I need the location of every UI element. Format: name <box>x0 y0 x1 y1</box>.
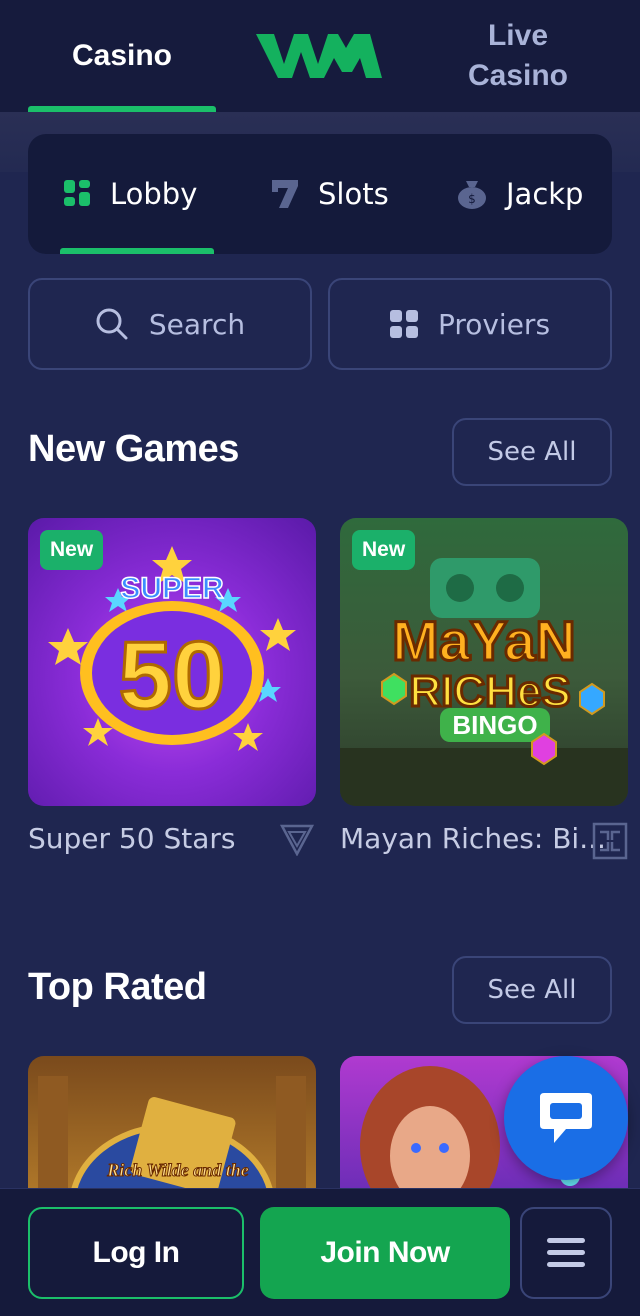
svg-text:MaYaN: MaYaN <box>392 609 576 672</box>
section-title-top-rated: Top Rated <box>28 966 207 1008</box>
wm-logo[interactable] <box>254 30 386 82</box>
new-badge: New <box>352 530 416 570</box>
provider-maze-icon <box>592 822 628 860</box>
providers-grid-icon <box>389 310 418 338</box>
svg-text:BINGO: BINGO <box>452 710 537 740</box>
top-navigation: Casino Live Casino <box>0 0 640 112</box>
svg-text:Rich Wilde and the: Rich Wilde and the <box>106 1160 249 1180</box>
category-jackpots[interactable]: $ Jackp <box>456 134 583 254</box>
active-category-indicator <box>60 248 214 254</box>
see-all-new-games-button[interactable]: See All <box>452 418 612 486</box>
provider-triangle-icon <box>280 824 314 856</box>
search-label: Search <box>148 307 246 341</box>
category-tabs: Lobby Slots $ Jackp <box>28 134 612 254</box>
game-card-mayan-riches[interactable]: MaYaN RICHeS BINGO New <box>340 518 628 806</box>
live-chat-button[interactable] <box>504 1056 628 1180</box>
tab-live-line2: Casino <box>467 59 569 92</box>
chat-icon <box>540 1093 592 1143</box>
category-slots-label: Slots <box>318 177 389 211</box>
tab-casino-label: Casino <box>71 39 173 72</box>
search-button[interactable]: Search <box>28 278 312 370</box>
tab-live-line1: Live <box>487 19 549 52</box>
svg-text:50: 50 <box>119 622 226 729</box>
money-bag-icon: $ <box>458 181 486 209</box>
section-title-new-games: New Games <box>28 428 239 470</box>
new-badge: New <box>40 530 104 570</box>
game-card-super-50-stars[interactable]: SUPER 50 New <box>28 518 316 806</box>
category-lobby[interactable]: Lobby <box>64 134 197 254</box>
category-lobby-label: Lobby <box>110 177 198 211</box>
menu-button[interactable] <box>520 1207 612 1299</box>
category-slots[interactable]: Slots <box>270 134 389 254</box>
providers-button[interactable]: Proviers <box>328 278 612 370</box>
login-button[interactable]: Log In <box>28 1207 244 1299</box>
seven-icon <box>272 180 298 208</box>
svg-text:$: $ <box>468 192 476 206</box>
game-name-mayan-riches[interactable]: Mayan Riches: Bi... <box>340 822 606 855</box>
bottom-action-bar: Log In Join Now <box>0 1188 640 1316</box>
category-jackpots-label: Jackp <box>506 177 584 211</box>
providers-label: Proviers <box>437 307 551 341</box>
see-all-top-rated-button[interactable]: See All <box>452 956 612 1024</box>
grid-icon <box>64 180 90 206</box>
join-now-button[interactable]: Join Now <box>260 1207 510 1299</box>
svg-text:SUPER: SUPER <box>120 572 224 605</box>
search-icon <box>96 308 128 340</box>
tab-casino[interactable]: Casino <box>28 0 216 112</box>
game-name-super-50-stars[interactable]: Super 50 Stars <box>28 822 235 855</box>
tab-live-casino[interactable]: Live Casino <box>420 0 616 112</box>
hamburger-menu-icon <box>547 1238 585 1267</box>
